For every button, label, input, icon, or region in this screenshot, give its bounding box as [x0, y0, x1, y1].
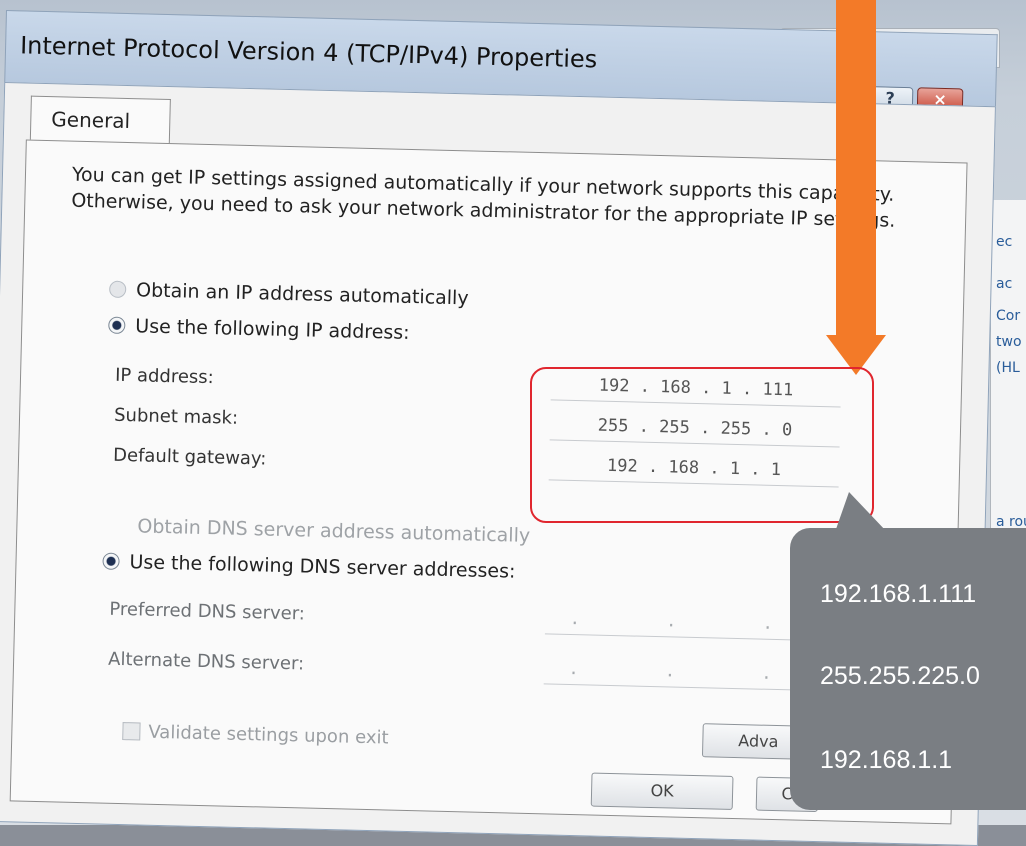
callout-subnet-mask: 255.255.225.0 — [820, 662, 980, 690]
ok-button[interactable]: OK — [590, 772, 734, 810]
subnet-mask-label: Subnet mask: — [113, 404, 239, 429]
callout-ip-address: 192.168.1.111 — [820, 580, 977, 608]
background-side-text: two — [996, 334, 1022, 350]
background-side-text: (HL — [996, 360, 1020, 376]
radio-obtain-ip-auto[interactable]: Obtain an IP address automatically — [109, 279, 469, 309]
ip-address-label: IP address: — [114, 364, 215, 389]
intro-text: You can get IP settings assigned automat… — [71, 163, 896, 232]
callout-gateway: 192.168.1.1 — [820, 746, 953, 774]
dialog-title: Internet Protocol Version 4 (TCP/IPv4) P… — [19, 31, 598, 74]
validate-settings-checkbox[interactable]: Validate settings upon exit — [122, 721, 389, 749]
preferred-dns-label: Preferred DNS server: — [109, 598, 306, 625]
radio-obtain-dns-auto[interactable]: Obtain DNS server address automatically — [137, 515, 530, 547]
background-side-text: ac — [996, 276, 1013, 292]
radio-selected-icon — [108, 316, 126, 335]
radio-use-following-ip[interactable]: Use the following IP address: — [108, 315, 410, 344]
background-side-text: Cor — [996, 308, 1021, 324]
radio-icon — [109, 280, 127, 299]
red-highlight-box — [530, 367, 874, 523]
default-gateway-label: Default gateway: — [112, 444, 267, 470]
radio-use-following-dns[interactable]: Use the following DNS server addresses: — [102, 551, 516, 583]
callout-tail — [835, 492, 887, 532]
alternate-dns-label: Alternate DNS server: — [107, 648, 305, 675]
tab-general[interactable]: General — [29, 95, 171, 144]
radio-selected-icon — [102, 552, 120, 570]
checkbox-icon — [122, 722, 141, 741]
orange-arrow-shaft — [836, 0, 876, 335]
